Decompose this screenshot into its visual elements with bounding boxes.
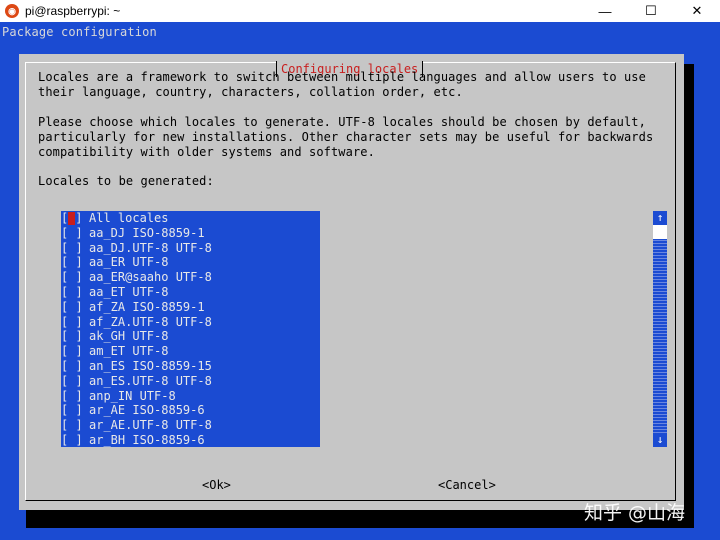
locale-list-item[interactable]: [ ] aa_DJ.UTF-8 UTF-8 (61, 241, 320, 256)
locale-list-item[interactable]: [ ] anp_IN UTF-8 (61, 389, 320, 404)
locale-label: ak_GH UTF-8 (89, 329, 169, 344)
checkbox-close-bracket: ] (75, 314, 83, 329)
locale-checkbox[interactable]: [ ] (61, 255, 83, 270)
ubuntu-icon: ◉ (5, 4, 19, 18)
locale-checkbox[interactable]: [ ] (61, 418, 83, 433)
locale-label: am_ET UTF-8 (89, 344, 169, 359)
locale-checkbox[interactable]: [ ] (61, 374, 83, 389)
scrollbar[interactable]: ↑ ↓ (653, 211, 667, 447)
locale-list-item[interactable]: [ ] ar_AE ISO-8859-6 (61, 403, 320, 418)
intro-text: Locales are a framework to switch betwee… (38, 70, 646, 99)
locale-checkbox[interactable]: [ ] (61, 226, 83, 241)
locale-checkbox[interactable]: [ ] (61, 285, 83, 300)
checkbox-close-bracket: ] (75, 432, 83, 447)
checkbox-close-bracket: ] (75, 329, 83, 344)
locale-checkbox[interactable]: [ ] (61, 433, 83, 448)
locales-dialog: Configuring locales Locales are a framew… (19, 54, 684, 510)
checkbox-close-bracket: ] (75, 344, 83, 359)
locale-checkbox[interactable]: [ ] (61, 389, 83, 404)
checkbox-close-bracket: ] (75, 388, 83, 403)
dialog-shadow (684, 64, 694, 528)
locale-label: aa_DJ.UTF-8 UTF-8 (89, 240, 212, 255)
checkbox-close-bracket: ] (75, 240, 83, 255)
locale-list-item[interactable]: [ ] an_ES.UTF-8 UTF-8 (61, 374, 320, 389)
locale-label: an_ES ISO-8859-15 (89, 358, 212, 373)
checkbox-close-bracket: ] (75, 373, 83, 388)
list-label: Locales to be generated: (38, 174, 214, 188)
locale-list-item[interactable]: [ ] ar_AE.UTF-8 UTF-8 (61, 418, 320, 433)
locale-list-item[interactable]: [ ] aa_ER@saaho UTF-8 (61, 270, 320, 285)
checkbox-close-bracket: ] (75, 255, 83, 270)
cancel-button[interactable]: <Cancel> (438, 477, 496, 493)
locale-label: ar_AE ISO-8859-6 (89, 403, 205, 418)
locale-list-item[interactable]: [ ] an_ES ISO-8859-15 (61, 359, 320, 374)
checkbox-close-bracket: ] (75, 299, 83, 314)
locale-checkbox[interactable]: [ ] (61, 344, 83, 359)
locale-label: aa_DJ ISO-8859-1 (89, 225, 205, 240)
checkbox-open-bracket: [ (61, 211, 69, 225)
dialog-frame: Configuring locales Locales are a framew… (25, 61, 676, 501)
checkbox-close-bracket: ] (75, 284, 83, 299)
maximize-button[interactable]: ☐ (628, 0, 674, 22)
locale-list-item[interactable]: [ ] af_ZA ISO-8859-1 (61, 300, 320, 315)
locale-label: aa_ER UTF-8 (89, 255, 169, 270)
watermark: 知乎 @山海 (584, 502, 686, 524)
checkbox-close-bracket: ] (75, 270, 83, 285)
locale-checkbox[interactable]: [] (61, 211, 83, 226)
locale-label: All locales (89, 211, 169, 225)
locale-list-item[interactable]: [ ] af_ZA.UTF-8 UTF-8 (61, 315, 320, 330)
ok-button[interactable]: <Ok> (202, 477, 231, 493)
scroll-up-arrow-icon[interactable]: ↑ (653, 211, 667, 225)
locale-list-item[interactable]: [ ] am_ET UTF-8 (61, 344, 320, 359)
locale-list-item[interactable]: [ ] aa_ER UTF-8 (61, 255, 320, 270)
scroll-down-arrow-icon[interactable]: ↓ (653, 433, 667, 447)
locale-checkbox[interactable]: [ ] (61, 241, 83, 256)
locale-checkbox[interactable]: [ ] (61, 359, 83, 374)
minimize-button[interactable]: — (582, 0, 628, 22)
checkbox-close-bracket: ] (75, 418, 83, 433)
locale-label: an_ES.UTF-8 UTF-8 (89, 373, 212, 388)
window-titlebar[interactable]: ◉ pi@raspberrypi: ~ — ☐ ✕ (0, 0, 720, 22)
locale-checkbox[interactable]: [ ] (61, 300, 83, 315)
checkbox-close-bracket: ] (75, 403, 83, 418)
locale-label: af_ZA.UTF-8 UTF-8 (89, 314, 212, 329)
terminal-header: Package configuration (2, 25, 157, 39)
locale-label: aa_ER@saaho UTF-8 (89, 270, 212, 285)
scroll-thumb[interactable] (653, 225, 667, 239)
window-title: pi@raspberrypi: ~ (25, 4, 121, 18)
locale-label: ar_AE.UTF-8 UTF-8 (89, 418, 212, 433)
locale-list-item[interactable]: [ ] aa_ET UTF-8 (61, 285, 320, 300)
locale-label: ar_BH ISO-8859-6 (89, 432, 205, 447)
locale-list-item[interactable]: [ ] ar_BH ISO-8859-6 (61, 433, 320, 448)
locale-label: af_ZA ISO-8859-1 (89, 299, 205, 314)
locale-label: anp_IN UTF-8 (89, 388, 176, 403)
locale-checkbox[interactable]: [ ] (61, 315, 83, 330)
locale-list-item[interactable]: [ ] ak_GH UTF-8 (61, 329, 320, 344)
locale-list-item[interactable]: [ ] aa_DJ ISO-8859-1 (61, 226, 320, 241)
locale-list-item[interactable]: [] All locales (61, 211, 320, 226)
locale-checkbox[interactable]: [ ] (61, 270, 83, 285)
locale-checkbox[interactable]: [ ] (61, 329, 83, 344)
locale-label: aa_ET UTF-8 (89, 284, 169, 299)
checkbox-close-bracket: ] (75, 225, 83, 240)
locale-checkbox[interactable]: [ ] (61, 403, 83, 418)
checkbox-close-bracket: ] (75, 211, 83, 225)
instructions-text: Please choose which locales to generate.… (38, 115, 654, 159)
window-controls: — ☐ ✕ (582, 0, 720, 22)
checkbox-close-bracket: ] (75, 358, 83, 373)
locale-list[interactable]: [] All locales [ ] aa_DJ ISO-8859-1 [ ] aa_DJ… (61, 211, 320, 447)
close-button[interactable]: ✕ (674, 0, 720, 22)
